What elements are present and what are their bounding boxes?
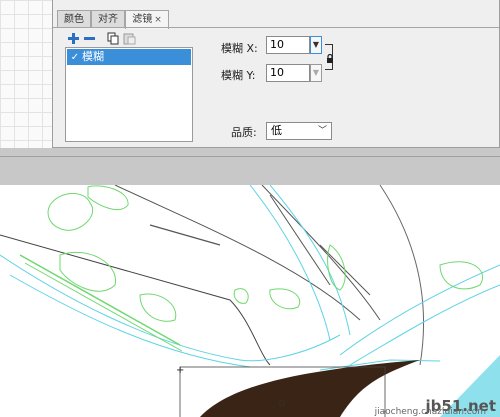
stage-artwork: + bbox=[0, 185, 500, 417]
blur-x-dropdown-icon[interactable]: ▼ bbox=[310, 36, 322, 54]
watermark-subtext: jiaocheng.chazidian.com bbox=[374, 407, 486, 417]
stage-canvas: + jb51.net jiaocheng.chazidian.com bbox=[0, 185, 500, 417]
tab-color-label: 颜色 bbox=[64, 14, 84, 25]
tab-align-label: 对齐 bbox=[98, 14, 118, 25]
workspace-top: 颜色 对齐 滤镜 × ✓ 模糊 模糊 X: 10 ▼ 模糊 Y: 10 ▼ 品质… bbox=[0, 0, 500, 155]
blur-y-label: 模糊 Y: bbox=[221, 69, 256, 82]
remove-filter-icon[interactable] bbox=[83, 32, 96, 45]
filter-list: ✓ 模糊 bbox=[65, 47, 193, 142]
tab-divider bbox=[53, 27, 499, 28]
tab-align[interactable]: 对齐 bbox=[91, 10, 125, 28]
check-icon[interactable]: ✓ bbox=[68, 50, 82, 66]
quality-value: 低 bbox=[271, 124, 282, 137]
quality-label: 品质: bbox=[231, 126, 257, 139]
blur-x-input[interactable]: 10 bbox=[266, 36, 310, 54]
blur-x-label: 模糊 X: bbox=[221, 42, 258, 55]
stage-separator bbox=[0, 148, 500, 185]
copy-icon[interactable] bbox=[107, 32, 120, 45]
lock-icon[interactable] bbox=[326, 53, 334, 66]
blur-y-input[interactable]: 10 bbox=[266, 64, 310, 82]
separator-line bbox=[0, 156, 500, 157]
properties-panel: 颜色 对齐 滤镜 × ✓ 模糊 模糊 X: 10 ▼ 模糊 Y: 10 ▼ 品质… bbox=[52, 0, 500, 148]
tab-color[interactable]: 颜色 bbox=[57, 10, 91, 28]
filter-item-blur[interactable]: ✓ 模糊 bbox=[67, 49, 191, 65]
blur-y-dropdown-icon[interactable]: ▼ bbox=[310, 64, 322, 82]
filter-item-label: 模糊 bbox=[82, 50, 104, 63]
add-filter-icon[interactable] bbox=[67, 32, 80, 45]
quality-select[interactable]: 低 ﹀ bbox=[266, 122, 332, 140]
tab-filters-label: 滤镜 bbox=[132, 14, 153, 25]
close-tab-icon[interactable]: × bbox=[154, 15, 162, 25]
chevron-down-icon: ﹀ bbox=[317, 126, 327, 136]
paste-icon[interactable] bbox=[123, 32, 136, 45]
svg-text:+: + bbox=[176, 365, 184, 376]
